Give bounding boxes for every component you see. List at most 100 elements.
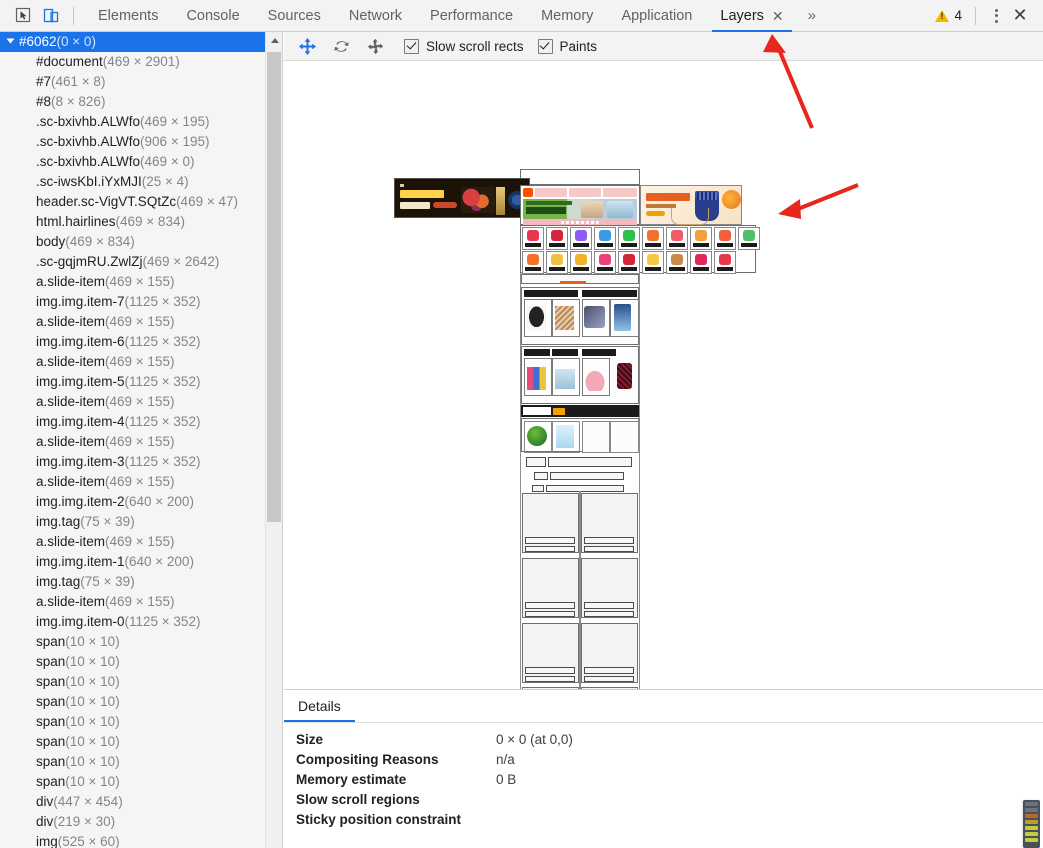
tab-elements[interactable]: Elements [84,0,172,32]
app-icon-tile[interactable] [570,227,592,250]
app-icon-tile[interactable] [666,227,688,250]
layer-tree-row[interactable]: div(219 × 30) [0,812,265,832]
layer-tree-row[interactable]: a.slide-item(469 × 155) [0,472,265,492]
layer-tree-row[interactable]: div(447 × 454) [0,792,265,812]
details-value: 0 × 0 (at 0,0) [496,731,573,747]
device-toolbar-icon[interactable] [37,3,65,29]
scrollbar-thumb[interactable] [267,52,281,522]
layer-tree-row[interactable]: span(10 × 10) [0,672,265,692]
layer-tree-row[interactable]: img.img.item-3(1125 × 352) [0,452,265,472]
layer-tree-row[interactable]: img.img.item-4(1125 × 352) [0,412,265,432]
tab-layers[interactable]: Layers ✕ [706,0,797,32]
layer-tree-row[interactable]: span(10 × 10) [0,632,265,652]
layer-tree-row[interactable]: #7(461 × 8) [0,72,265,92]
app-icon-tile[interactable] [690,227,712,250]
layer-tree-row[interactable]: span(10 × 10) [0,732,265,752]
checkbox-icon[interactable] [404,38,419,54]
app-icon-label [693,267,709,271]
paints-checkbox[interactable]: Paints [537,38,597,54]
app-icon-tile[interactable] [666,251,688,274]
layer-promo-banner-dark[interactable] [394,178,530,218]
layer-icon-grid[interactable] [520,225,760,274]
minimap-scrollbar[interactable] [1023,800,1040,848]
reset-transform-button[interactable] [360,33,390,59]
tab-network[interactable]: Network [335,0,416,32]
rotate-mode-button[interactable] [326,33,356,59]
layer-tree-scrollbar[interactable] [265,32,282,848]
layer-tree-row[interactable]: span(10 × 10) [0,712,265,732]
tab-performance[interactable]: Performance [416,0,527,32]
app-icon-tile[interactable] [618,251,640,274]
layer-tree-row[interactable]: header.sc-VigVT.SQtZc(469 × 47) [0,192,265,212]
app-icon-tile[interactable] [642,227,664,250]
more-tabs-icon[interactable]: » [798,0,826,32]
app-icon-tile[interactable] [738,227,760,250]
scroll-up-arrow-icon[interactable] [266,32,282,49]
details-key: Sticky position constraint [296,811,462,827]
layer-tree-row[interactable]: body(469 × 834) [0,232,265,252]
app-icon-tile[interactable] [714,251,736,274]
layer-tree-row[interactable]: html.hairlines(469 × 834) [0,212,265,232]
pan-mode-button[interactable] [292,33,322,59]
app-icon-tile[interactable] [594,251,616,274]
app-icon-tile[interactable] [546,227,568,250]
layer-tree-row[interactable]: a.slide-item(469 × 155) [0,532,265,552]
layer-tree-row[interactable]: img.img.item-6(1125 × 352) [0,332,265,352]
app-icon-tile[interactable] [570,251,592,274]
layer-dims: (469 × 2642) [142,254,220,269]
layer-tree-row[interactable]: .sc-gqjmRU.ZwlZj(469 × 2642) [0,252,265,272]
app-icon-tile[interactable] [522,227,544,250]
chevron-down-icon[interactable] [6,38,15,44]
app-icon-tile[interactable] [594,227,616,250]
tab-details[interactable]: Details [284,690,355,722]
layer-tree-row[interactable]: .sc-bxivhb.ALWfo(469 × 195) [0,112,265,132]
layer-tree-row[interactable]: a.slide-item(469 × 155) [0,592,265,612]
app-icon-tile[interactable] [690,251,712,274]
layer-tree-list[interactable]: #6062(0 × 0) #document(469 × 2901) #7(461… [0,32,265,848]
close-icon[interactable]: ✕ [772,9,784,23]
layer-tree-row[interactable]: img.img.item-5(1125 × 352) [0,372,265,392]
layers-3d-canvas[interactable] [284,61,1043,689]
app-icon-tile[interactable] [618,227,640,250]
layer-promo-banner-orange[interactable] [640,185,742,225]
app-icon-tile[interactable] [714,227,736,250]
layer-dims: (10 × 10) [65,694,120,709]
tab-application[interactable]: Application [607,0,706,32]
layer-tree-row[interactable]: a.slide-item(469 × 155) [0,312,265,332]
app-icon-glyph [623,230,635,241]
app-icon-tile[interactable] [642,251,664,274]
layer-tree-row[interactable]: img.img.item-0(1125 × 352) [0,612,265,632]
close-devtools-icon[interactable]: ✕ [1007,4,1033,28]
layer-tree-root-row[interactable]: #6062(0 × 0) [0,32,265,52]
layer-tree-row[interactable]: a.slide-item(469 × 155) [0,272,265,292]
tab-console[interactable]: Console [172,0,253,32]
layer-tree-row[interactable]: a.slide-item(469 × 155) [0,432,265,452]
warning-badge[interactable]: 4 [931,8,966,23]
app-icon-tile[interactable] [522,251,544,274]
layer-tree-row[interactable]: span(10 × 10) [0,692,265,712]
layer-tree-row[interactable]: span(10 × 10) [0,752,265,772]
app-icon-tile[interactable] [546,251,568,274]
layer-tree-row[interactable]: img(525 × 60) [0,832,265,848]
inspect-element-icon[interactable] [9,3,37,29]
kebab-menu-icon[interactable] [985,4,1007,28]
layer-tree-row[interactable]: span(10 × 10) [0,652,265,672]
layer-tree-row[interactable]: a.slide-item(469 × 155) [0,352,265,372]
layer-tree-row[interactable]: .sc-bxivhb.ALWfo(906 × 195) [0,132,265,152]
layer-tree-row[interactable]: img.tag(75 × 39) [0,572,265,592]
tab-sources[interactable]: Sources [254,0,335,32]
layer-tree-row[interactable]: img.img.item-2(640 × 200) [0,492,265,512]
layer-tree-row[interactable]: .sc-bxivhb.ALWfo(469 × 0) [0,152,265,172]
layer-tree-row[interactable]: #document(469 × 2901) [0,52,265,72]
layer-tree-row[interactable]: img.tag(75 × 39) [0,512,265,532]
layer-tree-row[interactable]: img.img.item-1(640 × 200) [0,552,265,572]
layer-tree-row[interactable]: img.img.item-7(1125 × 352) [0,292,265,312]
layer-app-top-composite[interactable] [520,185,640,225]
slow-scroll-rects-checkbox[interactable]: Slow scroll rects [404,38,524,54]
layer-tree-row[interactable]: #8(8 × 826) [0,92,265,112]
tab-memory[interactable]: Memory [527,0,607,32]
layer-tree-row[interactable]: span(10 × 10) [0,772,265,792]
layer-tree-row[interactable]: .sc-iwsKbI.iYxMJI(25 × 4) [0,172,265,192]
layer-tree-row[interactable]: a.slide-item(469 × 155) [0,392,265,412]
checkbox-icon[interactable] [537,38,553,54]
